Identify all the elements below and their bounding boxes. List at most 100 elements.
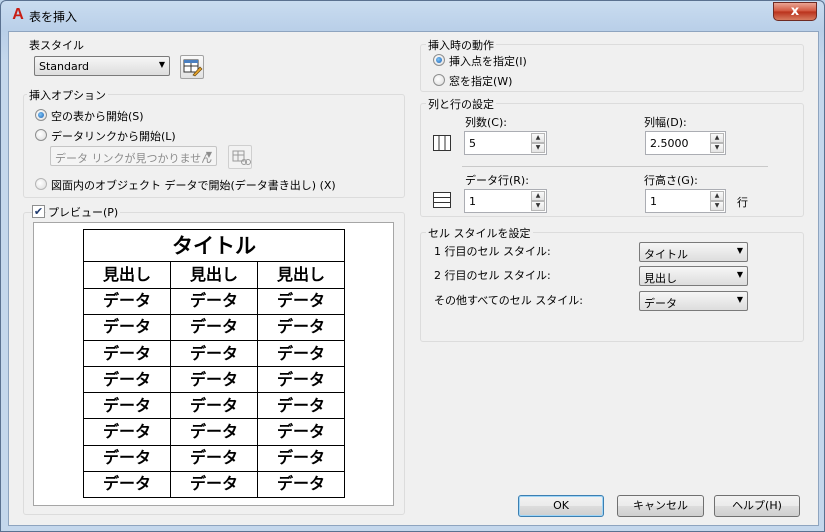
first-row-style-combo[interactable]: タイトル ▼	[639, 242, 748, 262]
column-width-value: 2.5000	[650, 137, 689, 150]
first-row-style-value: タイトル	[644, 248, 688, 261]
empty-table-label[interactable]: 空の表から開始(S)	[51, 108, 144, 124]
preview-data-cell: データ	[83, 339, 171, 368]
preview-data-cell: データ	[83, 366, 171, 394]
preview-data-cell: データ	[170, 444, 258, 472]
preview-data-cell: データ	[83, 470, 171, 499]
column-width-spinner[interactable]: 2.5000 ▲ ▼	[645, 131, 726, 155]
help-button[interactable]: ヘルプ(H)	[714, 495, 800, 517]
window-title: 表を挿入	[29, 10, 78, 24]
drawing-data-radio[interactable]	[35, 178, 47, 190]
table-style-dialog-icon	[183, 59, 203, 77]
window-radio[interactable]	[433, 74, 445, 86]
other-rows-style-combo[interactable]: データ ▼	[639, 291, 748, 311]
data-link-radio[interactable]	[35, 129, 47, 141]
table-style-dialog-button[interactable]	[180, 55, 204, 79]
preview-data-cell: データ	[257, 287, 345, 315]
columns-down-arrow[interactable]: ▼	[531, 143, 545, 153]
preview-data-row: データ データ データ	[83, 392, 345, 420]
dialog-window: A 表を挿入 x 表スタイル Standard ▼ 挿入オプション 空の表から開…	[0, 0, 825, 532]
preview-data-row: データ データ データ	[83, 366, 345, 394]
preview-table: タイトル 見出し 見出し 見出し データ データ データ データ データ データ データ データ データ…	[83, 228, 345, 499]
title-bar[interactable]: A 表を挿入 x	[1, 1, 824, 31]
preview-data-row: データ データ データ	[83, 444, 345, 472]
data-rows-spinner[interactable]: 1 ▲ ▼	[464, 189, 547, 213]
second-row-style-value: 見出し	[644, 272, 677, 285]
preview-title-cell: タイトル	[83, 228, 345, 263]
ok-button[interactable]: OK	[518, 495, 604, 517]
preview-data-cell: データ	[83, 444, 171, 472]
insertion-point-label[interactable]: 挿入点を指定(I)	[449, 53, 527, 69]
preview-label[interactable]: プレビュー(P)	[46, 204, 121, 220]
other-rows-style-label: その他すべてのセル スタイル:	[434, 294, 583, 307]
data-link-manager-button[interactable]	[228, 145, 252, 169]
table-style-combo[interactable]: Standard ▼	[34, 56, 170, 76]
preview-header-cell: 見出し	[83, 261, 171, 289]
row-height-down-arrow[interactable]: ▼	[710, 201, 724, 211]
preview-data-cell: データ	[170, 392, 258, 420]
settings-divider	[462, 166, 768, 167]
preview-data-cell: データ	[83, 287, 171, 315]
table-style-label: 表スタイル	[29, 39, 84, 52]
other-rows-style-value: データ	[644, 297, 677, 310]
columns-label: 列数(C):	[465, 116, 507, 129]
column-row-settings-label: 列と行の設定	[426, 96, 496, 112]
preview-data-row: データ データ データ	[83, 470, 345, 499]
columns-value: 5	[469, 137, 476, 150]
columns-up-arrow[interactable]: ▲	[531, 133, 545, 143]
second-row-style-combo[interactable]: 見出し ▼	[639, 266, 748, 286]
preview-data-row: データ データ データ	[83, 287, 345, 315]
second-row-style-label: 2 行目のセル スタイル:	[434, 269, 551, 282]
column-width-down-arrow[interactable]: ▼	[710, 143, 724, 153]
preview-data-cell: データ	[170, 313, 258, 341]
row-height-up-arrow[interactable]: ▲	[710, 191, 724, 201]
preview-data-cell: データ	[170, 470, 258, 499]
preview-header-cell: 見出し	[257, 261, 345, 289]
preview-checkbox[interactable]: ✔	[32, 205, 45, 218]
preview-data-cell: データ	[257, 392, 345, 420]
window-label[interactable]: 窓を指定(W)	[449, 73, 512, 89]
data-link-combo-value: データ リンクが見つかりません	[55, 152, 213, 165]
data-rows-up-arrow[interactable]: ▲	[531, 191, 545, 201]
cancel-button[interactable]: キャンセル	[617, 495, 704, 517]
preview-data-cell: データ	[170, 287, 258, 315]
column-width-up-arrow[interactable]: ▲	[710, 133, 724, 143]
close-button[interactable]: x	[773, 2, 817, 21]
preview-data-cell: データ	[257, 366, 345, 394]
row-height-label: 行高さ(G):	[644, 174, 698, 187]
columns-spinner[interactable]: 5 ▲ ▼	[464, 131, 547, 155]
columns-icon	[433, 135, 451, 151]
insertion-point-radio[interactable]	[433, 54, 445, 66]
rows-icon	[433, 192, 451, 208]
row-height-value: 1	[650, 195, 657, 208]
dialog-client-area: 表スタイル Standard ▼ 挿入オプション 空の表から開始(S) データリ…	[8, 31, 819, 526]
row-height-spinner[interactable]: 1 ▲ ▼	[645, 189, 726, 213]
insert-options-label: 挿入オプション	[27, 87, 108, 103]
preview-data-cell: データ	[170, 366, 258, 394]
preview-header-row: 見出し 見出し 見出し	[83, 261, 345, 289]
preview-data-row: データ データ データ	[83, 418, 345, 446]
empty-table-radio[interactable]	[35, 109, 47, 121]
preview-header-cell: 見出し	[170, 261, 258, 289]
drawing-data-label[interactable]: 図面内のオブジェクト データで開始(データ書き出し) (X)	[51, 177, 336, 193]
first-row-style-label: 1 行目のセル スタイル:	[434, 245, 551, 258]
table-preview: タイトル 見出し 見出し 見出し データ データ データ データ データ データ データ データ データ…	[33, 222, 394, 506]
preview-data-cell: データ	[170, 418, 258, 446]
chevron-down-icon: ▼	[158, 60, 165, 69]
column-width-label: 列幅(D):	[644, 116, 687, 129]
preview-data-cell: データ	[257, 339, 345, 368]
preview-data-cell: データ	[83, 313, 171, 341]
data-link-combo[interactable]: データ リンクが見つかりません ▼	[50, 146, 217, 166]
data-rows-label: データ行(R):	[465, 174, 529, 187]
preview-data-cell: データ	[257, 444, 345, 472]
data-rows-down-arrow[interactable]: ▼	[531, 201, 545, 211]
preview-data-row: データ データ データ	[83, 339, 345, 368]
preview-title-row: タイトル	[83, 228, 345, 263]
preview-data-cell: データ	[83, 392, 171, 420]
chevron-down-icon: ▼	[205, 150, 212, 159]
preview-data-cell: データ	[257, 313, 345, 341]
cell-styles-label: セル スタイルを設定	[426, 225, 533, 241]
preview-data-cell: データ	[170, 339, 258, 368]
data-link-label[interactable]: データリンクから開始(L)	[51, 128, 176, 144]
preview-data-cell: データ	[83, 418, 171, 446]
